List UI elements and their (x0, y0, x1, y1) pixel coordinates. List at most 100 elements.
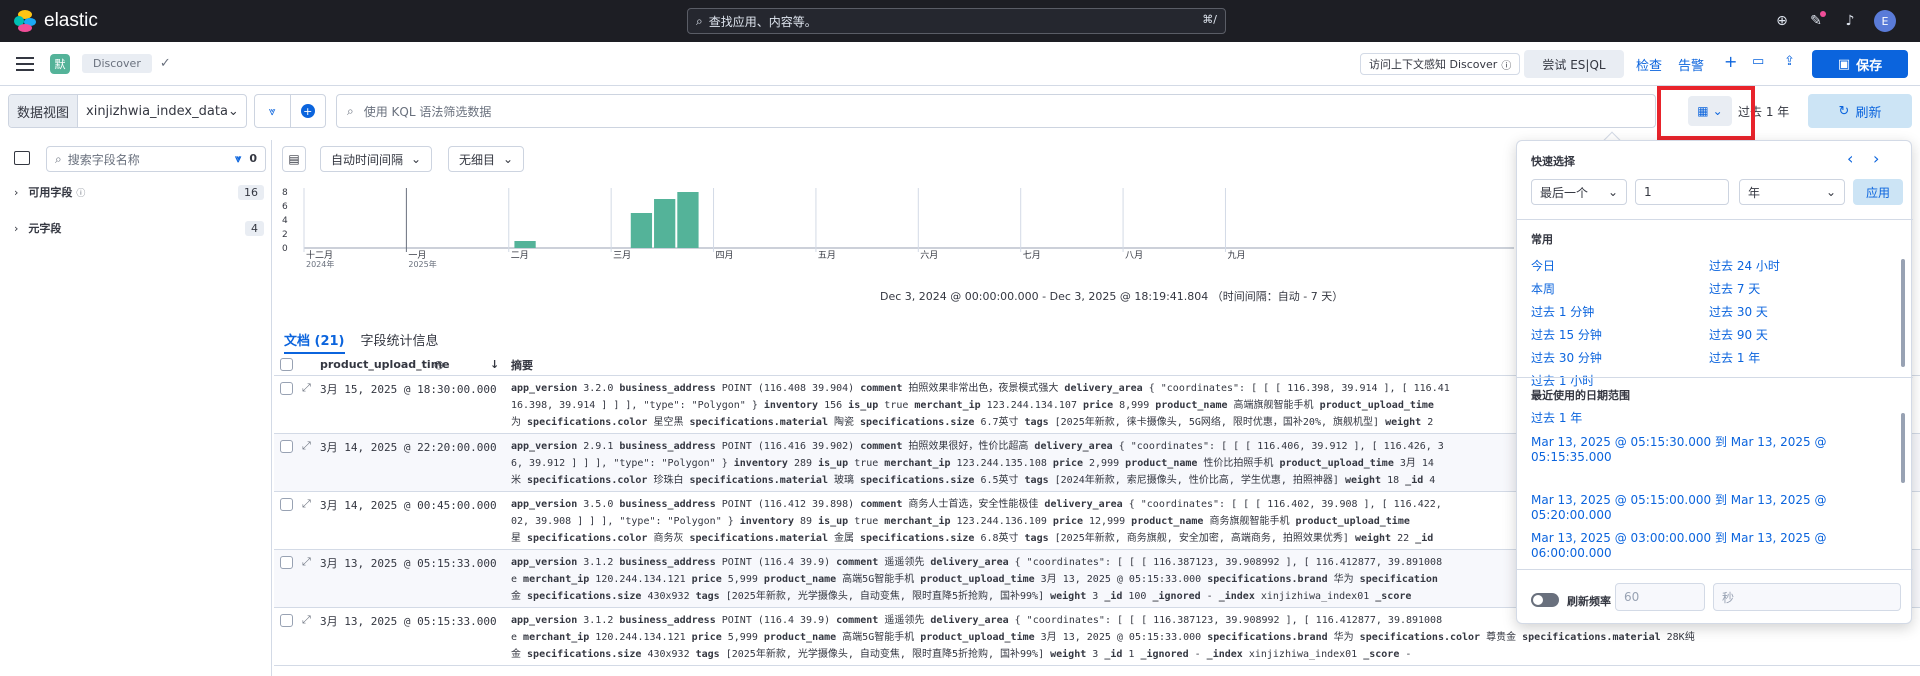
alerts-link[interactable]: 告警 (1678, 55, 1704, 74)
new-icon[interactable]: + (1724, 52, 1737, 71)
save-button[interactable]: ▣ 保存 (1812, 50, 1908, 78)
expand-icon[interactable]: ⤢ (302, 555, 311, 569)
histogram-bar[interactable] (630, 213, 653, 248)
notifications-icon[interactable]: ♪ (1840, 11, 1860, 31)
common-scrollbar[interactable] (1901, 259, 1905, 367)
expand-icon[interactable]: ⤢ (302, 497, 311, 511)
expand-icon[interactable]: ⤢ (302, 381, 311, 395)
field-filter-count[interactable]: ⩔ 0 (235, 152, 257, 166)
help-icon[interactable]: ⊕ (1772, 11, 1792, 31)
filter-controls: ⩔ + (254, 94, 326, 128)
field-sidebar: ⌕ 搜索字段名称 ⩔ 0 › 可用字段 ⓘ 16 › 元字段 4 (0, 140, 272, 676)
quick-range-link[interactable]: 过去 15 分钟 (1531, 326, 1602, 343)
row-timestamp: 3月 13, 2025 @ 05:15:33.000 (320, 557, 497, 570)
inspect-link[interactable]: 检查 (1636, 55, 1662, 74)
chevron-right-icon: › (14, 185, 19, 199)
app-toolbar: 默 Discover ✓ 访问上下文感知 Discover ⓘ 尝试 ES|QL … (0, 42, 1920, 86)
open-folder-icon[interactable]: ▭ (1752, 54, 1764, 69)
recent-range-link[interactable]: 过去 1 年 (1531, 411, 1871, 426)
row-checkbox[interactable] (280, 498, 293, 511)
column-product-upload-time[interactable]: product_upload_time (320, 358, 450, 371)
quick-range-link[interactable]: 过去 30 天 (1709, 303, 1768, 320)
space-avatar[interactable]: 默 (50, 53, 70, 74)
quick-range-link[interactable]: 过去 24 小时 (1709, 257, 1780, 274)
field-filter-count-value: 0 (249, 152, 257, 165)
date-quick-select-popover: 快速选择 ‹ › 最后一个 ⌄ 1 年 ⌄ 应用 常用 今日 本周 过去 1 分钟 过去 … (1516, 140, 1913, 624)
row-checkbox[interactable] (280, 440, 293, 453)
newsfeed-icon[interactable]: ✎ (1806, 11, 1826, 31)
quick-range-link[interactable]: 本周 (1531, 280, 1555, 297)
interval-select[interactable]: 自动时间间隔 ⌄ (320, 146, 433, 172)
filter-icon[interactable]: ⩔ (255, 95, 291, 127)
elastic-logo[interactable]: elastic (14, 10, 98, 32)
query-bar: 数据视图 xinjizhwia_index_data ⌄ ⩔ + ⌕ 使用 KQL… (0, 86, 1920, 140)
quick-range-link[interactable]: 今日 (1531, 257, 1555, 274)
refresh-unit-select[interactable]: 秒 (1713, 583, 1901, 611)
field-search-input[interactable]: ⌕ 搜索字段名称 ⩔ 0 (46, 146, 266, 172)
tab-documents[interactable]: 文档 (21) (284, 324, 345, 354)
recent-range-link[interactable]: Mar 13, 2025 @ 05:15:30.000 到 Mar 13, 20… (1531, 435, 1871, 465)
refresh-button[interactable]: ↻ 刷新 (1808, 94, 1912, 128)
quick-range-link[interactable]: 过去 1 分钟 (1531, 303, 1594, 320)
quick-range-link[interactable]: 过去 7 天 (1709, 280, 1760, 297)
tab-field-statistics[interactable]: 字段统计信息 (361, 324, 439, 354)
try-esql-button[interactable]: 尝试 ES|QL (1524, 50, 1624, 78)
available-fields-toggle[interactable]: › 可用字段 ⓘ 16 (14, 184, 264, 200)
chevron-down-icon: ⌄ (1607, 185, 1618, 199)
row-timestamp: 3月 13, 2025 @ 05:15:33.000 (320, 615, 497, 628)
save-label: 保存 (1856, 58, 1883, 74)
row-checkbox[interactable] (280, 614, 293, 627)
recent-scrollbar[interactable] (1901, 413, 1905, 483)
add-filter-icon[interactable]: + (291, 95, 326, 127)
recent-range-link[interactable]: Mar 13, 2025 @ 03:00:00.000 到 Mar 13, 20… (1531, 531, 1871, 561)
global-header: elastic ⌕ 查找应用、内容等。 ⌘/ ⊕ ✎ ♪ E (0, 0, 1920, 42)
notification-dot (1820, 11, 1826, 17)
expand-icon[interactable]: ⤢ (302, 613, 311, 627)
previous-icon[interactable]: ‹ (1847, 149, 1853, 168)
layout-icon[interactable]: ▤ (282, 146, 306, 172)
chevron-right-icon: › (14, 221, 19, 235)
y-tick-label: 8 (282, 188, 288, 198)
meta-fields-toggle[interactable]: › 元字段 4 (14, 220, 264, 236)
menu-icon[interactable] (16, 56, 34, 71)
chevron-down-icon: ⌄ (411, 152, 422, 166)
unit-select[interactable]: 年 ⌄ (1739, 179, 1845, 205)
next-icon[interactable]: › (1873, 149, 1879, 168)
collapse-sidebar-icon[interactable] (14, 151, 30, 165)
recent-range-link[interactable]: Mar 13, 2025 @ 05:15:00.000 到 Mar 13, 20… (1531, 493, 1871, 523)
quick-range-link[interactable]: 过去 90 天 (1709, 326, 1768, 343)
breadcrumb-discover[interactable]: Discover (82, 54, 152, 73)
data-view-value: xinjizhwia_index_data (86, 103, 228, 119)
histogram-bar[interactable] (677, 192, 699, 248)
x-tick-label: 二月 (511, 250, 529, 261)
column-summary[interactable]: 摘要 (511, 357, 533, 373)
context-aware-button[interactable]: 访问上下文感知 Discover ⓘ (1360, 53, 1521, 75)
refresh-interval-input[interactable]: 60 (1615, 583, 1705, 611)
x-tick-sublabel: 2024年 (306, 259, 334, 269)
share-icon[interactable]: ⇪ (1784, 54, 1795, 69)
available-fields-count: 16 (238, 184, 264, 200)
sort-icon[interactable]: ↓ (490, 358, 499, 371)
expand-icon[interactable]: ⤢ (302, 439, 311, 453)
row-checkbox[interactable] (280, 556, 293, 569)
y-tick-label: 2 (282, 230, 288, 240)
histogram-bar[interactable] (514, 241, 536, 248)
apply-button[interactable]: 应用 (1853, 179, 1903, 205)
global-search-input[interactable]: ⌕ 查找应用、内容等。 ⌘/ (687, 8, 1226, 34)
refresh-interval-label: 刷新频率 (1567, 595, 1611, 608)
user-avatar[interactable]: E (1874, 10, 1896, 32)
select-all-checkbox[interactable] (280, 358, 293, 371)
y-tick-label: 6 (282, 202, 288, 212)
divider (1517, 569, 1913, 570)
quick-range-link[interactable]: 过去 30 分钟 (1531, 349, 1602, 366)
quick-range-link[interactable]: 过去 1 年 (1709, 349, 1760, 366)
kql-search-input[interactable]: ⌕ 使用 KQL 语法筛选数据 (336, 94, 1656, 128)
global-search-placeholder: 查找应用、内容等。 (708, 14, 817, 29)
amount-input[interactable]: 1 (1635, 179, 1729, 205)
histogram-bar[interactable] (654, 199, 676, 248)
row-checkbox[interactable] (280, 382, 293, 395)
refresh-interval-toggle[interactable] (1531, 593, 1559, 607)
data-view-picker[interactable]: 数据视图 xinjizhwia_index_data ⌄ (8, 94, 248, 128)
breakdown-select[interactable]: 无细目 ⌄ (448, 146, 525, 172)
tense-select[interactable]: 最后一个 ⌄ (1531, 179, 1627, 205)
